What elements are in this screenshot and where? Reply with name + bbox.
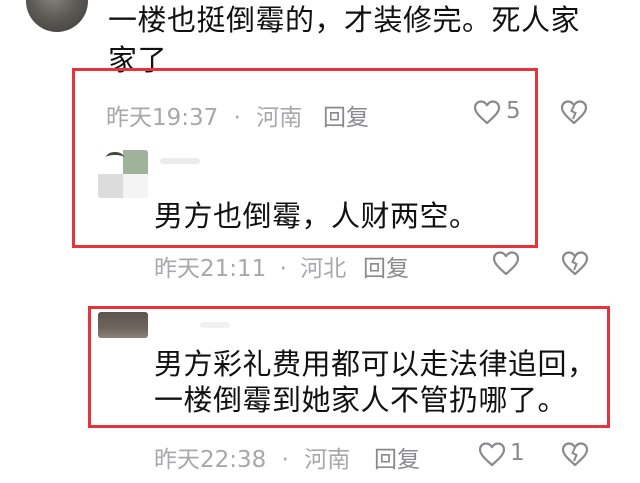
dislike-button[interactable] xyxy=(561,441,589,467)
username-redacted xyxy=(160,158,200,164)
reply-meta: 昨天21:11 · 河北 xyxy=(154,249,346,283)
broken-heart-icon xyxy=(560,100,588,125)
like-count: 1 xyxy=(510,440,525,466)
like-count: 5 xyxy=(506,98,521,124)
like-button[interactable] xyxy=(478,441,506,467)
reply-time: 昨天22:38 xyxy=(154,447,267,473)
comment-text: 一楼也挺倒霉的，才装修完。死人家 家了 xyxy=(108,2,580,78)
reply-region: 河北 xyxy=(300,256,347,282)
heart-outline-icon xyxy=(473,100,501,125)
reply-text-line: 一楼倒霉到她家人不管扔哪了。 xyxy=(154,383,568,417)
broken-heart-icon xyxy=(561,442,589,467)
meta-separator: · xyxy=(279,256,287,282)
reply-text: 男方也倒霉，人财两空。 xyxy=(154,199,479,233)
reply-text-line: 男方彩礼费用都可以走法律追回， xyxy=(154,347,597,381)
meta-separator: · xyxy=(281,447,289,473)
dislike-button[interactable] xyxy=(560,99,588,125)
comment-time: 昨天19:37 xyxy=(106,105,219,131)
comment-text-line: 一楼也挺倒霉的，才装修完。死人家 xyxy=(108,3,581,37)
reply-button[interactable]: 回复 xyxy=(363,249,409,283)
dislike-button[interactable] xyxy=(561,250,589,276)
reply-time: 昨天21:11 xyxy=(154,256,267,282)
avatar[interactable] xyxy=(98,312,148,338)
avatar[interactable] xyxy=(26,0,88,32)
reply-button[interactable]: 回复 xyxy=(374,440,420,474)
username-redacted xyxy=(200,322,230,328)
reply-meta: 昨天22:38 · 河南 xyxy=(154,440,350,474)
heart-outline-icon xyxy=(492,251,520,276)
like-button[interactable] xyxy=(492,250,520,276)
comment-region: 河南 xyxy=(256,105,303,131)
meta-separator: · xyxy=(233,105,241,131)
broken-heart-icon xyxy=(561,251,589,276)
avatar[interactable] xyxy=(98,150,148,198)
heart-outline-icon xyxy=(478,442,506,467)
reply-button[interactable]: 回复 xyxy=(323,98,369,132)
reply-region: 河南 xyxy=(304,447,351,473)
comment-meta: 昨天19:37 · 河南 xyxy=(106,98,302,132)
like-button[interactable] xyxy=(473,99,501,125)
reply-text: 男方彩礼费用都可以走法律追回， 一楼倒霉到她家人不管扔哪了。 xyxy=(154,346,597,418)
